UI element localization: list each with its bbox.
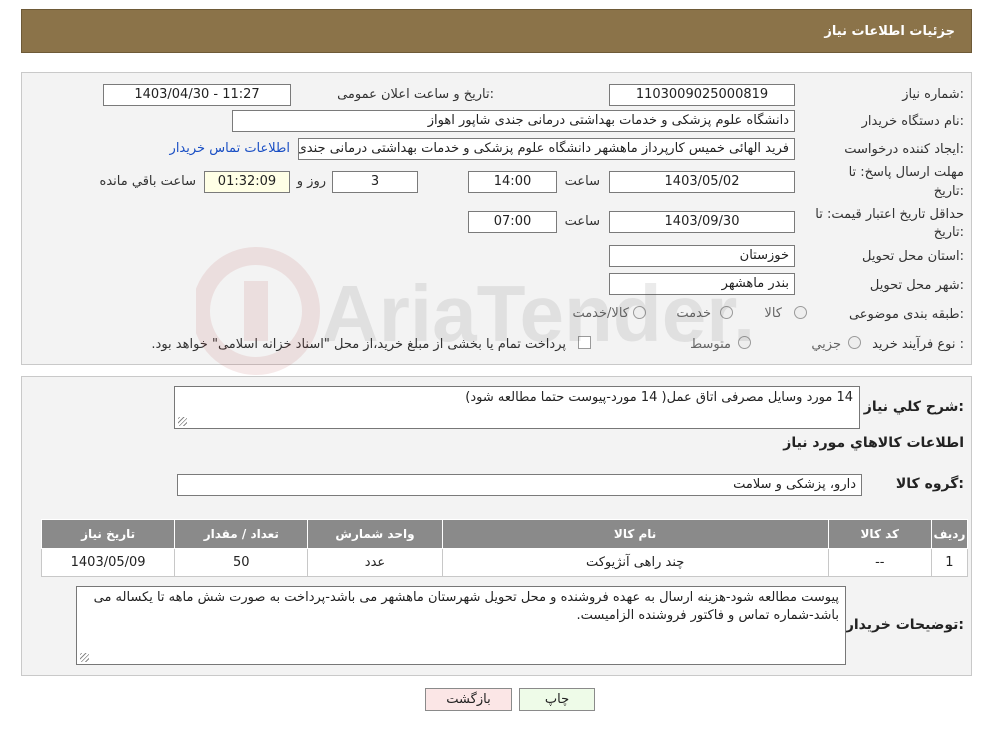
announce-datetime-field: 1403/04/30 - 11:27 <box>103 84 291 106</box>
category-goods-service-radio[interactable] <box>633 306 646 319</box>
city-label: شهر محل تحویل: <box>869 278 964 293</box>
province-label: استان محل تحویل: <box>862 249 964 264</box>
category-goods-service-label: کالا/خدمت <box>572 306 629 321</box>
buyer-org-label: نام دستگاه خریدار: <box>861 114 964 129</box>
days-remaining-field: 3 <box>332 171 418 193</box>
back-button[interactable]: بازگشت <box>425 688 512 711</box>
row-unit: عدد <box>307 548 443 577</box>
resize-grip-icon[interactable] <box>178 417 187 426</box>
deadline-time-field: 14:00 <box>468 171 557 193</box>
category-goods-label: کالا <box>764 306 782 321</box>
category-service-radio[interactable] <box>720 306 733 319</box>
row-code: -- <box>827 548 932 577</box>
validity-time-label: ساعت <box>564 214 600 229</box>
process-minor-label: جزیي <box>811 337 841 352</box>
process-minor-radio[interactable] <box>848 336 861 349</box>
province-field: خوزستان <box>609 245 795 267</box>
col-date: تاریخ نیاز <box>40 519 176 549</box>
creator-field: فرید الهائی خمیس کارپرداز ماهشهر دانشگاه… <box>298 138 795 160</box>
process-type-label: نوع فرآیند خرید : <box>872 337 964 352</box>
days-label: روز و <box>296 174 326 189</box>
process-medium-radio[interactable] <box>738 336 751 349</box>
page-header: جزئیات اطلاعات نیاز <box>21 9 972 53</box>
goods-table-header: ردیف کد کالا نام کالا واحد شمارش تعداد /… <box>40 519 969 549</box>
city-field: بندر ماهشهر <box>609 273 795 295</box>
buyer-notes-label: توضیحات خریدار: <box>845 617 964 633</box>
goods-section-title: اطلاعات کالاهاي مورد نیاز <box>783 435 964 451</box>
buyer-notes-textarea[interactable]: پیوست مطالعه شود-هزینه ارسال به عهده فرو… <box>76 586 846 665</box>
row-date: 1403/05/09 <box>40 548 176 577</box>
col-unit: واحد شمارش <box>307 519 443 549</box>
buyer-org-field: دانشگاه علوم پزشکی و خدمات بهداشتی درمان… <box>232 110 795 132</box>
buyer-notes-text: پیوست مطالعه شود-هزینه ارسال به عهده فرو… <box>93 590 839 623</box>
validity-time-field: 07:00 <box>468 211 557 233</box>
validity-label-line2: تاریخ: <box>933 225 964 240</box>
buyer-contact-link[interactable]: اطلاعات تماس خریدار <box>170 141 290 156</box>
category-label: طبقه بندی موضوعی: <box>848 307 964 322</box>
deadline-time-label: ساعت <box>564 174 600 189</box>
need-details-panel: شرح کلي نیاز: 14 مورد وسایل مصرفی اتاق ع… <box>21 376 972 676</box>
col-code: کد کالا <box>827 519 932 549</box>
deadline-label-line2: تاریخ: <box>933 184 964 199</box>
category-service-label: خدمت <box>676 306 711 321</box>
treasury-checkbox[interactable] <box>578 336 591 349</box>
print-button[interactable]: چاپ <box>519 688 595 711</box>
table-row: 1 -- چند راهی آنژیوکت عدد 50 1403/05/09 <box>40 548 969 577</box>
deadline-label-line1: مهلت ارسال پاسخ: تا <box>848 165 964 180</box>
need-number-field: 1103009025000819 <box>609 84 795 106</box>
need-info-panel: شماره نیاز: 1103009025000819 تاریخ و ساع… <box>21 72 972 365</box>
goods-table: ردیف کد کالا نام کالا واحد شمارش تعداد /… <box>40 519 969 577</box>
payment-note: پرداخت تمام یا بخشی از مبلغ خرید،از محل … <box>151 337 566 352</box>
announce-label: تاریخ و ساعت اعلان عمومی: <box>337 87 494 102</box>
summary-textarea[interactable]: 14 مورد وسایل مصرفی اتاق عمل( 14 مورد-پی… <box>174 386 860 429</box>
creator-label: ایجاد کننده درخواست: <box>844 142 964 157</box>
need-number-label: شماره نیاز: <box>902 87 964 102</box>
category-goods-radio[interactable] <box>794 306 807 319</box>
remaining-time-label: ساعت باقي مانده <box>99 174 196 189</box>
summary-text: 14 مورد وسایل مصرفی اتاق عمل( 14 مورد-پی… <box>465 390 853 405</box>
goods-group-field: دارو، پزشکی و سلامت <box>177 474 862 496</box>
page-title: جزئیات اطلاعات نیاز <box>824 24 955 39</box>
row-qty: 50 <box>174 548 309 577</box>
process-medium-label: متوسط <box>690 337 731 352</box>
summary-label: شرح کلي نیاز: <box>863 399 964 415</box>
resize-grip-icon[interactable] <box>80 653 89 662</box>
deadline-date-field: 1403/05/02 <box>609 171 795 193</box>
remaining-time-field: 01:32:09 <box>204 171 290 193</box>
col-qty: تعداد / مقدار <box>174 519 309 549</box>
row-name: چند راهی آنژیوکت <box>441 548 829 577</box>
validity-label-line1: حداقل تاریخ اعتبار قیمت: تا <box>815 207 964 222</box>
row-index: 1 <box>930 548 969 577</box>
goods-group-label: گروه کالا: <box>895 476 964 492</box>
validity-date-field: 1403/09/30 <box>609 211 795 233</box>
col-name: نام کالا <box>441 519 829 549</box>
col-index: ردیف <box>930 519 969 549</box>
